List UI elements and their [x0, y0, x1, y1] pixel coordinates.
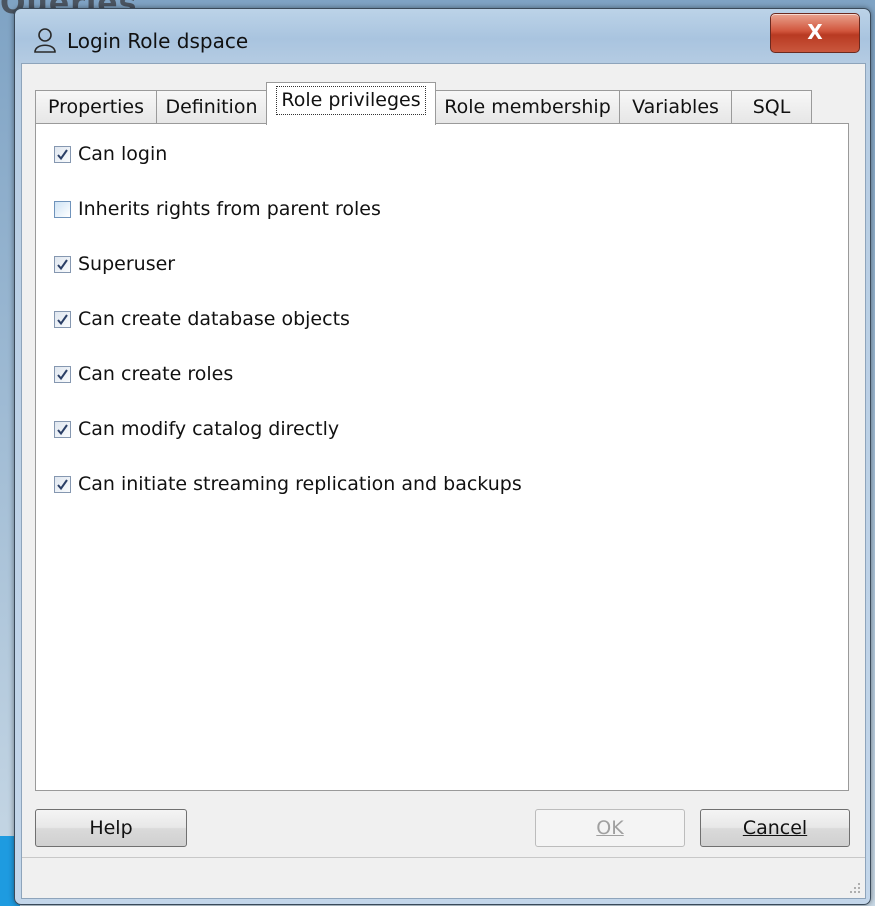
role-privileges-panel: Can login Inherits rights from parent ro… — [35, 123, 849, 791]
ok-label: OK — [596, 817, 624, 839]
checkbox-modify-catalog[interactable] — [54, 420, 71, 438]
checkbox-streaming-replication[interactable] — [54, 475, 71, 493]
dialog-client-area: Properties Definition Role privileges Ro… — [21, 63, 866, 899]
check-mark-icon — [57, 148, 68, 160]
privilege-create-roles[interactable]: Can create roles — [54, 361, 233, 387]
help-button[interactable]: Help — [35, 809, 187, 847]
checkbox-inherits-rights[interactable] — [54, 200, 71, 218]
privilege-label: Superuser — [78, 253, 176, 275]
tab-strip: Properties Definition Role privileges Ro… — [35, 78, 855, 125]
user-icon — [34, 28, 56, 53]
privilege-label: Can login — [78, 143, 168, 165]
window-title: Login Role dspace — [67, 29, 249, 53]
check-mark-icon — [57, 313, 68, 325]
cancel-label: Cancel — [742, 817, 808, 839]
status-bar — [22, 857, 865, 898]
close-button[interactable]: X — [770, 13, 860, 53]
check-mark-icon — [57, 258, 68, 270]
tab-role-membership[interactable]: Role membership — [435, 90, 620, 124]
privilege-streaming-replication[interactable]: Can initiate streaming replication and b… — [54, 471, 522, 497]
privilege-label: Can create roles — [78, 363, 234, 385]
privilege-label: Can modify catalog directly — [78, 418, 340, 440]
resize-grip-icon[interactable] — [849, 882, 861, 894]
tab-properties[interactable]: Properties — [35, 90, 157, 124]
ok-button[interactable]: OK — [535, 809, 685, 847]
privilege-superuser[interactable]: Superuser — [54, 251, 175, 277]
tab-definition[interactable]: Definition — [156, 90, 267, 124]
privilege-modify-catalog[interactable]: Can modify catalog directly — [54, 416, 339, 442]
checkbox-can-login[interactable] — [54, 145, 71, 163]
checkbox-create-database-objects[interactable] — [54, 310, 71, 328]
check-mark-icon — [57, 368, 68, 380]
checkbox-create-roles[interactable] — [54, 365, 71, 383]
tab-sql[interactable]: SQL — [731, 90, 812, 124]
checkbox-superuser[interactable] — [54, 255, 71, 273]
privilege-inherits-rights[interactable]: Inherits rights from parent roles — [54, 196, 381, 222]
privilege-label: Can create database objects — [78, 308, 350, 330]
check-mark-icon — [57, 423, 68, 435]
check-mark-icon — [57, 478, 68, 490]
cancel-button[interactable]: Cancel — [700, 809, 850, 847]
privilege-label: Inherits rights from parent roles — [78, 198, 381, 220]
login-role-dialog: Login Role dspace X Properties Definitio… — [14, 8, 871, 905]
tab-role-privileges[interactable]: Role privileges — [266, 82, 436, 125]
privilege-label: Can initiate streaming replication and b… — [78, 473, 522, 495]
privilege-can-login[interactable]: Can login — [54, 141, 167, 167]
privilege-create-database-objects[interactable]: Can create database objects — [54, 306, 350, 332]
title-bar[interactable]: Login Role dspace X — [15, 9, 870, 67]
tab-variables[interactable]: Variables — [619, 90, 732, 124]
